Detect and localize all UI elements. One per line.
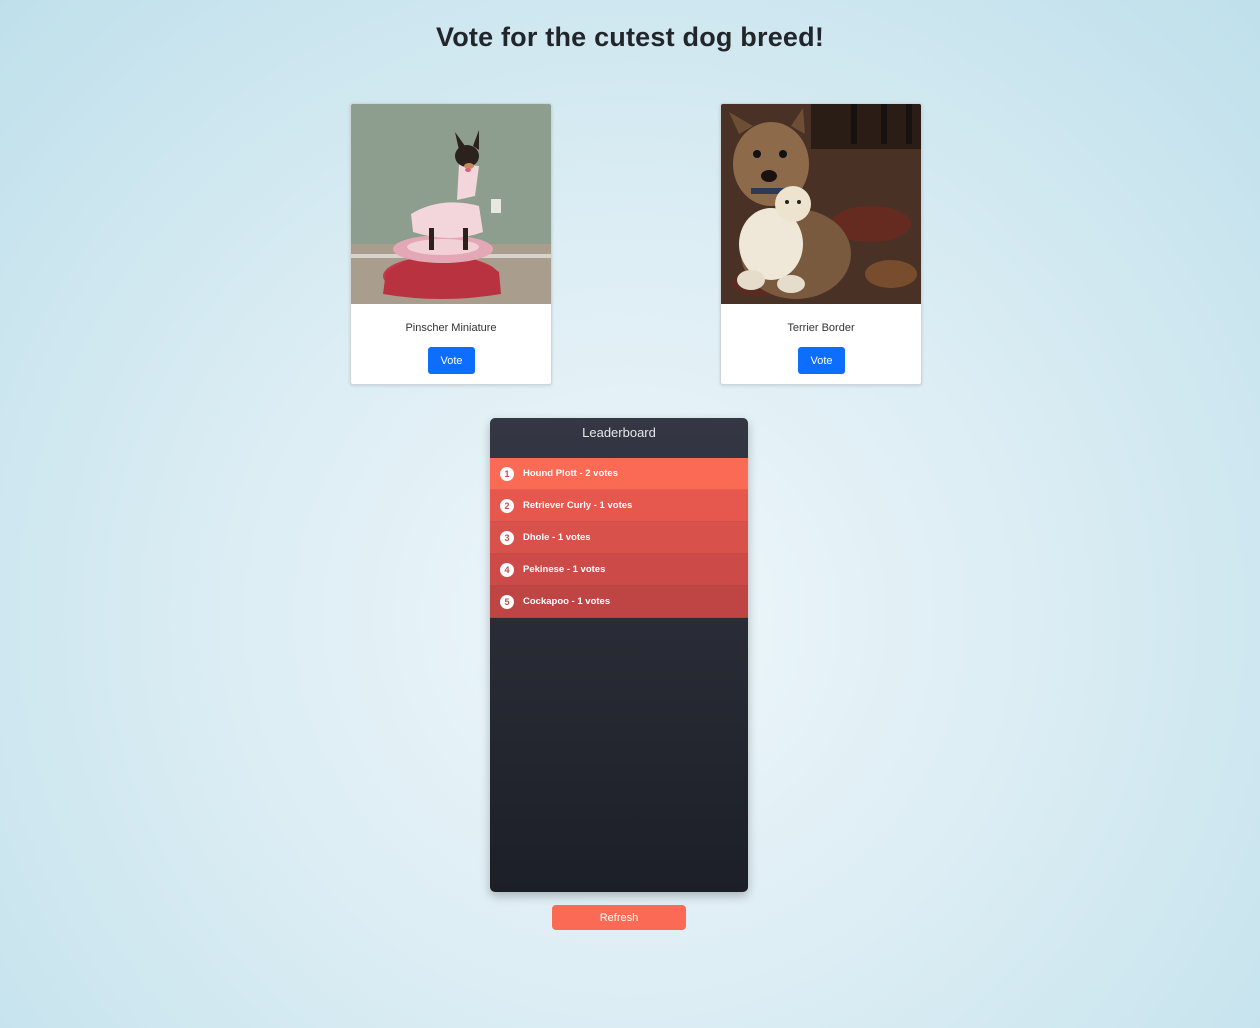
leaderboard-entry-text: Retriever Curly - 1 votes bbox=[523, 500, 633, 511]
leaderboard-entry-text: Cockapoo - 1 votes bbox=[523, 596, 611, 607]
leaderboard-entry: 1 Hound Plott - 2 votes bbox=[490, 458, 748, 490]
leaderboard-entry-text: Dhole - 1 votes bbox=[523, 532, 591, 543]
leaderboard-entry: 5 Cockapoo - 1 votes bbox=[490, 586, 748, 618]
leaderboard-list: 1 Hound Plott - 2 votes 2 Retriever Curl… bbox=[490, 458, 748, 618]
vote-button-terrier[interactable]: Vote bbox=[798, 347, 845, 374]
rank-badge: 1 bbox=[500, 466, 514, 481]
leaderboard-entry: 4 Pekinese - 1 votes bbox=[490, 554, 748, 586]
leaderboard-title: Leaderboard bbox=[582, 425, 656, 440]
leaderboard-panel: Leaderboard 1 Hound Plott - 2 votes 2 Re… bbox=[490, 418, 748, 892]
leaderboard-entry: 2 Retriever Curly - 1 votes bbox=[490, 490, 748, 522]
dog-photo-terrier bbox=[721, 104, 921, 304]
rank-badge: 4 bbox=[500, 562, 514, 577]
refresh-button[interactable]: Refresh bbox=[552, 905, 686, 930]
rank-badge: 2 bbox=[500, 498, 514, 513]
rank-badge: 5 bbox=[500, 594, 514, 609]
breed-name: Terrier Border bbox=[787, 322, 855, 334]
breed-name: Pinscher Miniature bbox=[405, 322, 497, 334]
breed-card-pinscher: Pinscher Miniature Vote bbox=[350, 103, 552, 385]
leaderboard-entry-text: Hound Plott - 2 votes bbox=[523, 468, 618, 479]
rank-badge: 3 bbox=[500, 530, 514, 545]
page-title: Vote for the cutest dog breed! bbox=[435, 22, 825, 52]
dog-photo-pinscher bbox=[351, 104, 551, 304]
breed-card-terrier: Terrier Border Vote bbox=[720, 103, 922, 385]
vote-button-pinscher[interactable]: Vote bbox=[428, 347, 475, 374]
leaderboard-entry: 3 Dhole - 1 votes bbox=[490, 522, 748, 554]
leaderboard-entry-text: Pekinese - 1 votes bbox=[523, 564, 606, 575]
